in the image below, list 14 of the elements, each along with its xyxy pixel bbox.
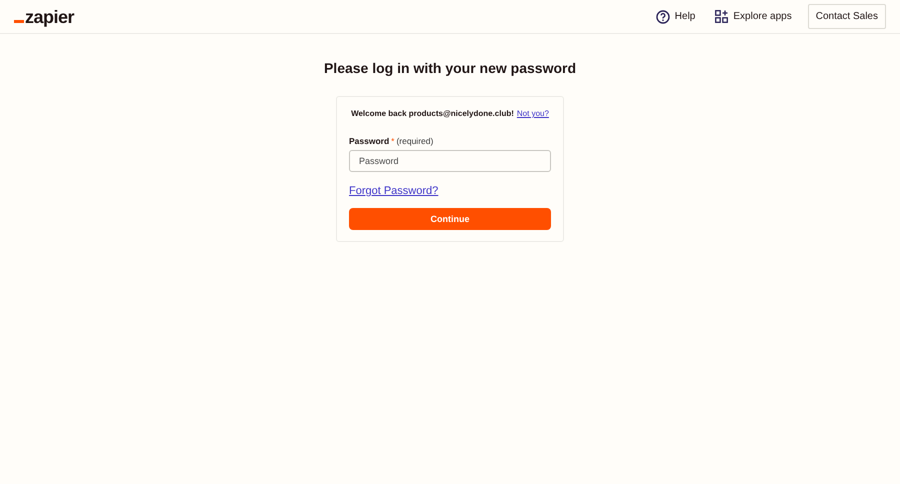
required-mark: *: [391, 136, 394, 146]
not-you-link[interactable]: Not you?: [516, 109, 549, 118]
apps-grid-icon: [715, 10, 728, 23]
field-label: Password: [349, 136, 390, 146]
zapier-logo[interactable]: zapier: [14, 8, 74, 26]
required-note: (required): [396, 136, 434, 146]
nav-link[interactable]: Help: [648, 10, 704, 24]
nav-link[interactable]: Explore apps: [707, 10, 800, 23]
help-icon: [656, 10, 670, 24]
password-field[interactable]: Password: [349, 150, 551, 172]
welcome-text: Welcome back products@nicelydone.club!: [351, 109, 514, 118]
page-title: Please log in with your new password: [324, 60, 576, 76]
forgot-password-link[interactable]: Forgot Password?: [349, 185, 438, 197]
contact-sales-button[interactable]: Contact Sales: [808, 4, 886, 29]
